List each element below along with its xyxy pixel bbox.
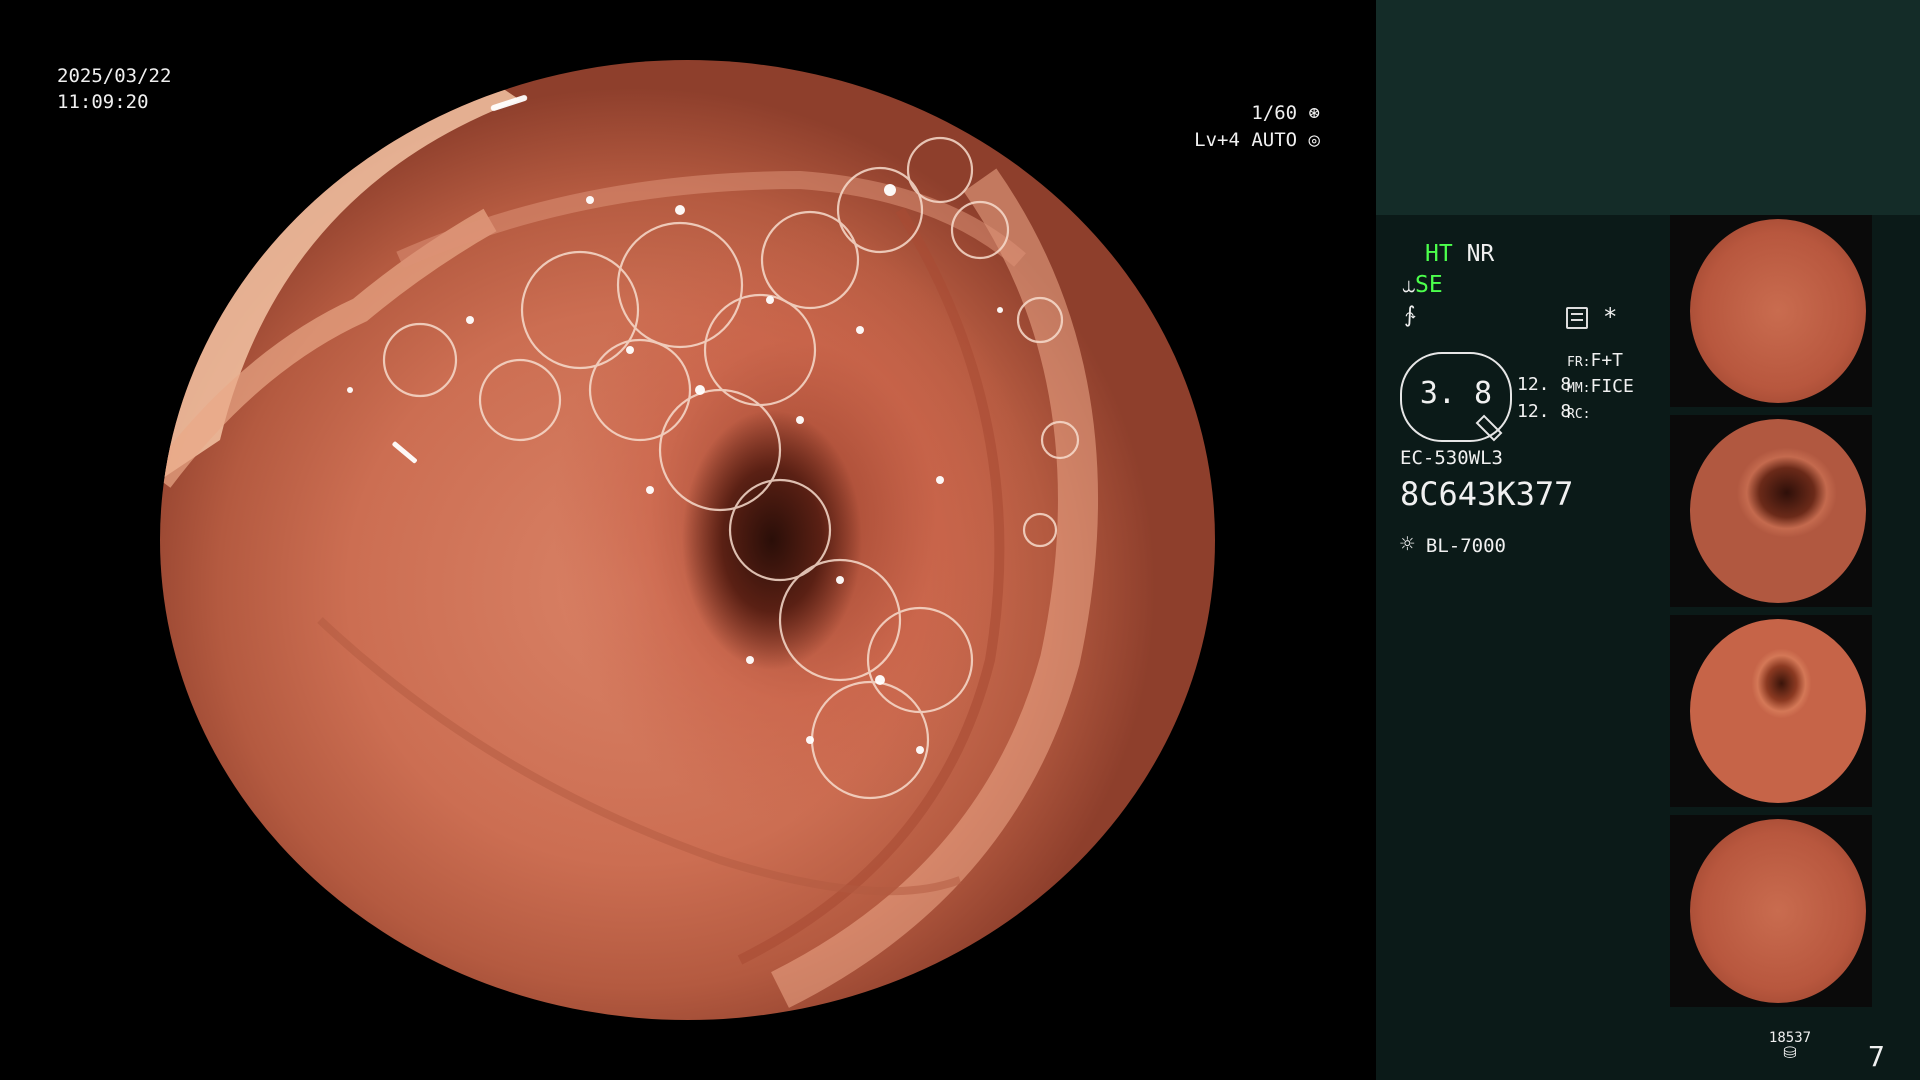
time-text: 11:09:20 xyxy=(57,91,149,113)
target-icon: ◎ xyxy=(1308,129,1320,151)
sun-icon: ☼ xyxy=(1400,530,1415,558)
thumbnail-4[interactable] xyxy=(1670,815,1872,1007)
mode-line-2: ⥿SE xyxy=(1402,272,1443,298)
se-mode: SE xyxy=(1414,272,1443,298)
mm-label: MM: xyxy=(1567,381,1591,396)
light-source: ☼ BL-7000 xyxy=(1400,530,1506,558)
brightness-readout: Lv+4 AUTO ◎ xyxy=(1190,127,1320,154)
storage-icon: ⛁ xyxy=(1783,1043,1797,1062)
mucosa-texture xyxy=(160,60,1098,1008)
settings-block: FR:F+T MM:FICE RC: xyxy=(1567,349,1634,427)
shutter-speed: 1/60 xyxy=(1251,102,1298,124)
image-counter: 18537 ⛁ xyxy=(1765,1030,1815,1062)
thumbnail-strip xyxy=(1670,215,1920,1015)
thumbnail-1[interactable] xyxy=(1670,215,1872,407)
star-marker: * xyxy=(1603,303,1618,331)
mode-line-1: HT NR xyxy=(1425,241,1494,267)
info-panel-header xyxy=(1376,0,1920,215)
scope-model: EC-530WL3 xyxy=(1400,447,1503,469)
fr-value: F+T xyxy=(1590,350,1623,371)
serial-number: 8C643K377 xyxy=(1400,475,1574,513)
gauge-side: 12. 8 12. 8 xyxy=(1517,371,1571,425)
memo-icon xyxy=(1566,307,1588,329)
gauge-value: 3. 8 xyxy=(1419,376,1493,411)
ht-mode: HT xyxy=(1425,241,1453,267)
endoscopic-view xyxy=(160,60,1215,1020)
page-number: 7 xyxy=(1868,1040,1885,1073)
wave-icon: ∱ xyxy=(1404,303,1416,328)
gauge: 3. 8 xyxy=(1400,352,1512,442)
gauge-side-top: 12. 8 xyxy=(1517,374,1572,395)
shutter-readout: 1/60 ⊛ xyxy=(1230,100,1320,127)
gauge-handle-icon xyxy=(1475,414,1503,442)
thumbnail-3[interactable] xyxy=(1670,615,1872,807)
brightness-level: Lv+4 AUTO xyxy=(1194,129,1298,151)
scope-icon: ⥿ xyxy=(1402,272,1415,298)
date-text: 2025/03/22 xyxy=(57,65,172,87)
rc-label: RC: xyxy=(1567,407,1591,422)
mm-value: FICE xyxy=(1590,376,1634,397)
aperture-icon: ⊛ xyxy=(1308,102,1320,124)
status-column: HT NR ⥿SE ∱ * 3. 8 12. 8 12. 8 FR:F+T MM… xyxy=(1376,215,1668,1080)
fr-label: FR: xyxy=(1567,355,1591,370)
timestamp: 2025/03/22 11:09:20 xyxy=(57,63,171,115)
nr-mode: NR xyxy=(1466,241,1495,267)
thumbnail-2[interactable] xyxy=(1670,415,1872,607)
light-source-model: BL-7000 xyxy=(1425,535,1506,557)
gauge-side-bottom: 12. 8 xyxy=(1517,401,1572,422)
